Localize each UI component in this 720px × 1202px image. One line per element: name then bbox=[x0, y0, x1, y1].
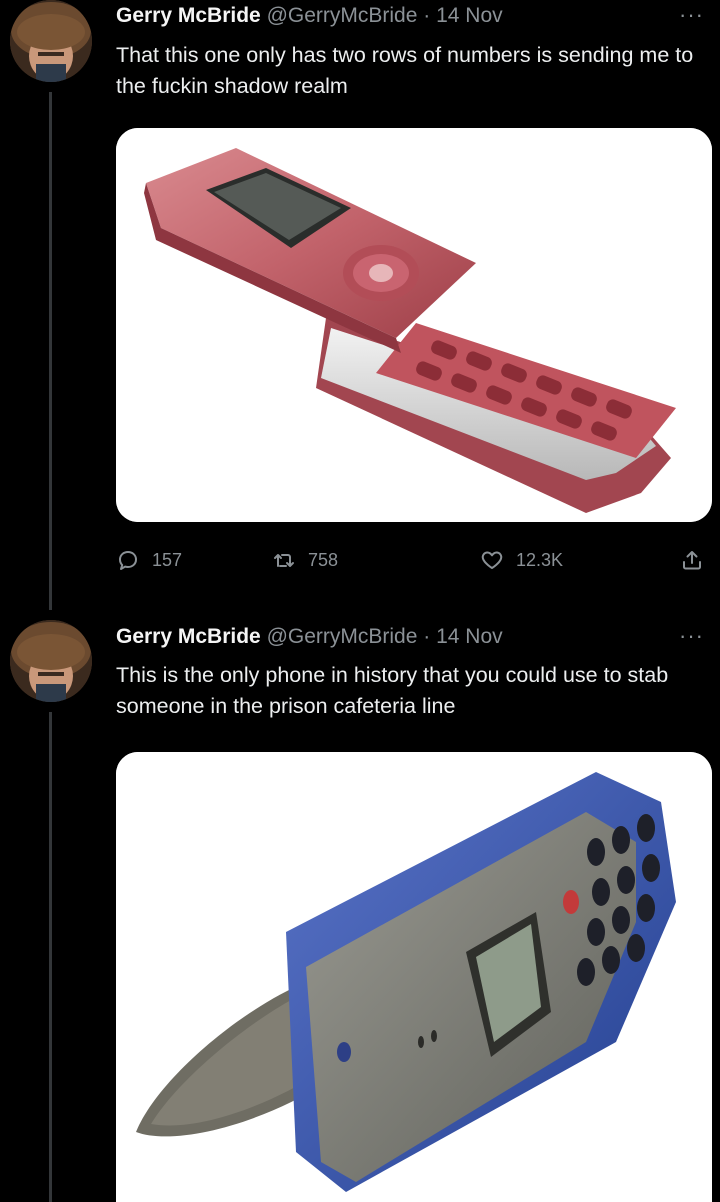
author-handle[interactable]: @GerryMcBride bbox=[267, 625, 418, 648]
avatar[interactable] bbox=[10, 0, 92, 82]
heart-icon bbox=[481, 551, 503, 569]
retweet-count: 758 bbox=[308, 549, 339, 570]
tweet-text: That this one only has two rows of numbe… bbox=[116, 43, 694, 98]
separator-dot: · bbox=[423, 625, 431, 648]
retweet-action[interactable]: 758 bbox=[272, 548, 338, 572]
tweet-date[interactable]: 14 Nov bbox=[436, 4, 503, 27]
author-name[interactable]: Gerry McBride bbox=[116, 4, 261, 27]
tweet-header: Gerry McBride @GerryMcBride · 14 Nov bbox=[116, 624, 503, 650]
tweet-text: This is the only phone in history that y… bbox=[116, 663, 669, 718]
thread-line-bottom bbox=[49, 712, 52, 1202]
separator-dot: · bbox=[423, 4, 431, 27]
like-count: 12.3K bbox=[516, 549, 564, 570]
red-slider-phone-image bbox=[116, 128, 712, 522]
tweet-actions: 157 758 12.3K bbox=[116, 548, 712, 582]
avatar[interactable] bbox=[10, 620, 92, 702]
avatar-image bbox=[10, 620, 92, 702]
thread-line-top bbox=[49, 92, 52, 610]
author-handle[interactable]: @GerryMcBride bbox=[267, 4, 418, 27]
tweet-header: Gerry McBride @GerryMcBride · 14 Nov bbox=[116, 3, 503, 29]
more-options-icon[interactable]: ··· bbox=[679, 2, 704, 28]
more-options-icon[interactable]: ··· bbox=[679, 623, 704, 649]
author-name[interactable]: Gerry McBride bbox=[116, 625, 261, 648]
share-icon bbox=[683, 551, 701, 570]
retweet-icon bbox=[274, 554, 294, 567]
reply-count: 157 bbox=[152, 549, 183, 570]
share-action[interactable] bbox=[680, 548, 704, 572]
ericsson-phone-image bbox=[116, 752, 712, 1202]
tweet-date[interactable]: 14 Nov bbox=[436, 625, 503, 648]
tweet-image[interactable] bbox=[116, 752, 712, 1202]
tweet-image[interactable] bbox=[116, 128, 712, 522]
reply-action[interactable]: 157 bbox=[116, 548, 182, 572]
avatar-image bbox=[10, 0, 92, 82]
reply-icon bbox=[119, 551, 137, 570]
like-action[interactable]: 12.3K bbox=[480, 548, 563, 572]
